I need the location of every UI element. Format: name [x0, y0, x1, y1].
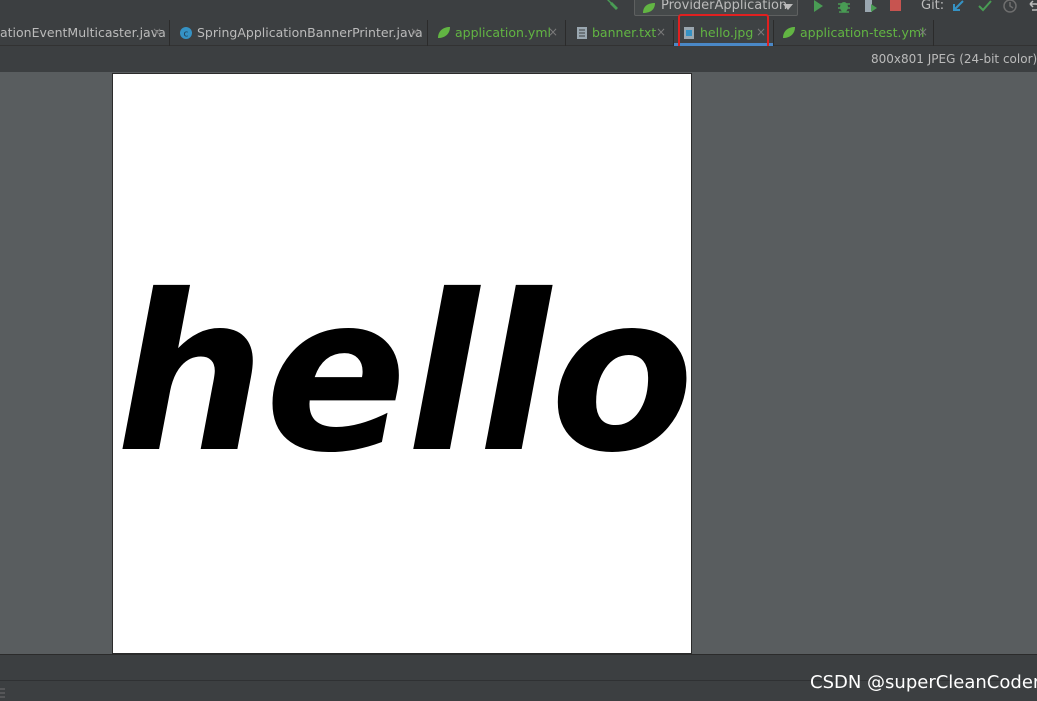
- image-preview: hello: [112, 73, 692, 654]
- watermark: CSDN @superCleanCoder: [810, 672, 1037, 693]
- image-viewer-canvas[interactable]: hello: [0, 72, 1037, 654]
- tab-application-yml[interactable]: application.yml ×: [428, 20, 566, 46]
- close-icon[interactable]: ×: [548, 25, 558, 39]
- tab-label: SpringApplicationBannerPrinter.java: [197, 25, 423, 40]
- tab-label: ationEventMulticaster.java: [0, 25, 166, 40]
- image-info-text: 800x801 JPEG (24-bit color) :: [871, 52, 1037, 66]
- debug-bug-icon[interactable]: [836, 0, 852, 14]
- svg-text:c: c: [184, 30, 189, 40]
- close-icon[interactable]: ×: [918, 25, 928, 39]
- text-file-icon: [577, 27, 587, 39]
- tab-application-test-yml[interactable]: application-test.yml ×: [774, 20, 934, 46]
- tab-label: banner.txt: [592, 25, 657, 40]
- close-icon[interactable]: ×: [152, 25, 162, 39]
- vcs-label: Git:: [921, 0, 945, 13]
- history-icon[interactable]: [1002, 0, 1018, 14]
- build-hammer-icon[interactable]: [604, 0, 624, 14]
- spring-leaf-icon: [783, 27, 795, 38]
- highlight-annotation-box: [678, 14, 769, 50]
- java-class-icon: c: [180, 27, 192, 40]
- editor-tab-bar: ationEventMulticaster.java × c SpringApp…: [0, 20, 1037, 46]
- tab-label: application.yml: [455, 25, 551, 40]
- ide-window: ProviderApplication Git: ationEventMulti…: [0, 0, 1037, 701]
- spring-leaf-icon: [438, 27, 450, 38]
- hello-image-text: hello: [116, 249, 692, 500]
- tab-banner-printer[interactable]: c SpringApplicationBannerPrinter.java ×: [170, 20, 428, 46]
- spring-boot-icon: [643, 3, 655, 13]
- tab-label: application-test.yml: [800, 25, 925, 40]
- tab-event-multicaster[interactable]: ationEventMulticaster.java ×: [0, 20, 170, 46]
- chevron-down-icon: [783, 4, 793, 10]
- run-with-coverage-icon[interactable]: [862, 0, 878, 14]
- vcs-commit-icon[interactable]: [977, 0, 993, 14]
- run-icon[interactable]: [810, 0, 826, 14]
- grip-icon[interactable]: [0, 688, 6, 698]
- hello-image: hello: [116, 249, 692, 500]
- main-toolbar: ProviderApplication Git:: [0, 0, 1037, 20]
- tab-banner-txt[interactable]: banner.txt ×: [566, 20, 674, 46]
- vcs-update-icon[interactable]: [950, 0, 966, 14]
- close-icon[interactable]: ×: [410, 25, 420, 39]
- image-info-bar: 800x801 JPEG (24-bit color) :: [0, 46, 1037, 72]
- run-configuration-label: ProviderApplication: [661, 0, 788, 13]
- stop-icon[interactable]: [888, 0, 904, 14]
- close-icon[interactable]: ×: [656, 25, 666, 39]
- rollback-icon[interactable]: [1026, 0, 1037, 14]
